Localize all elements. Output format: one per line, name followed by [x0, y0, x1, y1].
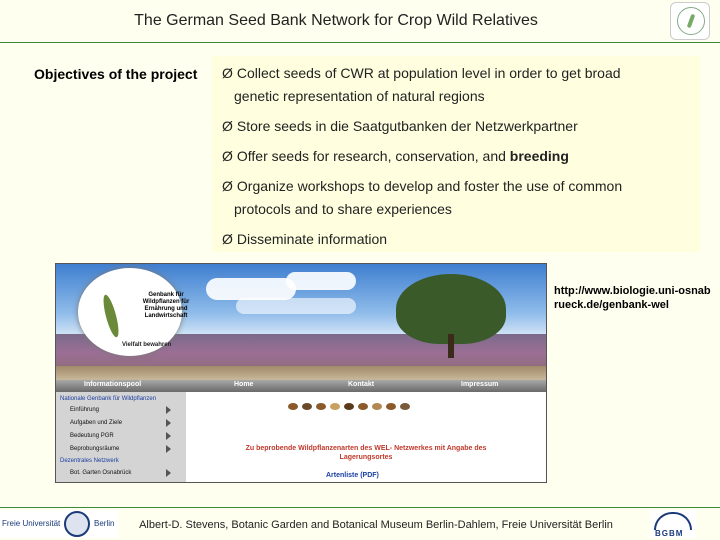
- bgbm-logo: BGBM: [650, 510, 696, 538]
- chevron-right-icon: [166, 469, 171, 477]
- top-divider: [0, 42, 720, 43]
- bullet-item: Ø Organize workshops to develop and foste…: [222, 178, 623, 217]
- footer-credit: Albert-D. Stevens, Botanic Garden and Bo…: [139, 519, 613, 531]
- sidebar-item-osnabrueck[interactable]: Bot. Garten Osnabrück: [70, 470, 131, 476]
- seed-bank-logo: [670, 2, 710, 40]
- site-content: Zu beprobende Wildpflanzenarten des WEL-…: [186, 392, 546, 482]
- nav-home[interactable]: Home: [234, 381, 253, 388]
- sidebar-item-aufgaben[interactable]: Aufgaben und Ziele: [70, 420, 122, 426]
- arrow-bullet-icon: Ø: [222, 118, 233, 134]
- objectives-label: Objectives of the project: [34, 66, 198, 82]
- arrow-bullet-icon: Ø: [222, 65, 233, 81]
- fu-seal-icon: [64, 511, 90, 537]
- nav-kontakt[interactable]: Kontakt: [348, 381, 374, 388]
- artenliste-link[interactable]: Artenliste (PDF): [326, 472, 379, 479]
- leaf-icon: [100, 293, 122, 339]
- chevron-right-icon: [166, 432, 171, 440]
- dome-icon: [654, 512, 692, 530]
- bullet-item: Ø Collect seeds of CWR at population leve…: [222, 65, 621, 104]
- bullet-item: Ø Store seeds in die Saatgutbanken der Ne…: [222, 118, 578, 134]
- sidebar-item-bedeutung[interactable]: Bedeutung PGR: [70, 433, 114, 439]
- arrow-bullet-icon: Ø: [222, 231, 233, 247]
- sidebar-item-beprobung[interactable]: Beprobungsräume: [70, 446, 119, 452]
- genbank-badge: Genbank für Wildpflanzen für Ernährung u…: [78, 268, 189, 356]
- bullet-item: Ø Offer seeds for research, conservation,…: [222, 148, 569, 164]
- seal-icon: [677, 7, 705, 35]
- chevron-right-icon: [166, 419, 171, 427]
- website-screenshot: Genbank für Wildpflanzen für Ernährung u…: [55, 263, 547, 483]
- seed-row-icon: [288, 397, 414, 415]
- site-sidebar: Nationale Genbank für Wildpflanzen Einfü…: [56, 392, 186, 482]
- nav-impressum[interactable]: Impressum: [461, 381, 498, 388]
- chevron-right-icon: [166, 406, 171, 414]
- fu-berlin-logo: Freie Universität Berlin: [0, 510, 118, 538]
- slide-title: The German Seed Bank Network for Crop Wi…: [134, 12, 538, 29]
- chevron-right-icon: [166, 445, 171, 453]
- nav-informationspool[interactable]: Informationspool: [84, 381, 141, 388]
- arrow-bullet-icon: Ø: [222, 148, 233, 164]
- sidebar-item-einfuehrung[interactable]: Einführung: [70, 407, 99, 413]
- arrow-bullet-icon: Ø: [222, 178, 233, 194]
- site-navbar: Informationspool Home Kontakt Impressum: [56, 380, 546, 392]
- website-url[interactable]: http://www.biologie.uni-osnabrueck.de/ge…: [554, 284, 714, 312]
- bottom-divider: [0, 507, 720, 508]
- bullet-item: Ø Disseminate information: [222, 231, 388, 247]
